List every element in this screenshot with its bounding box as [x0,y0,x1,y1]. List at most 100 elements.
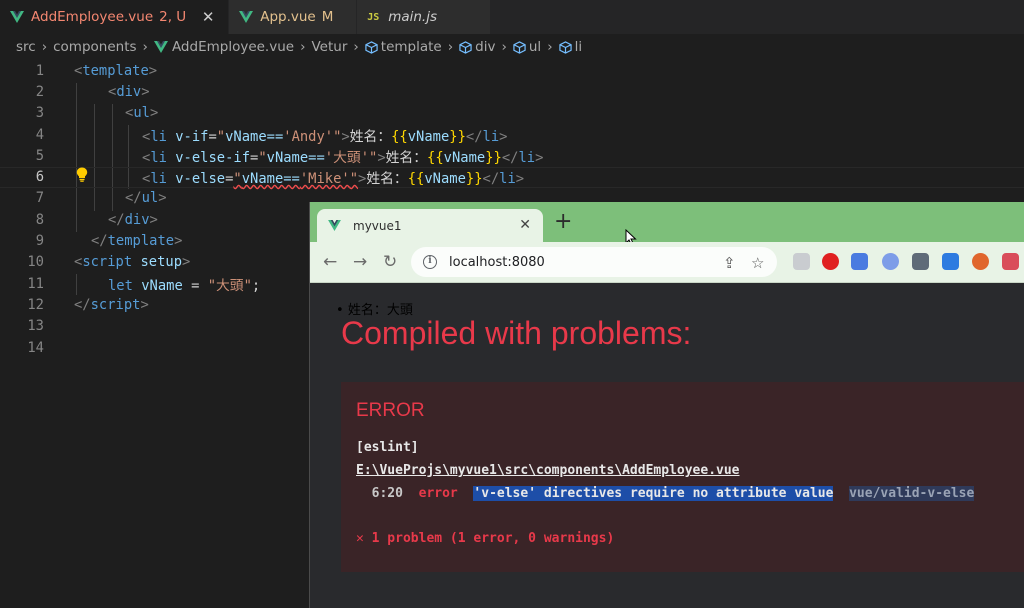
error-squiggle[interactable]: "vName=='Mike'" [233,171,358,187]
bookmark-star-icon[interactable]: ☆ [751,254,764,272]
tab-main-js[interactable]: JS main.js [357,0,492,34]
code-token: div [124,211,150,228]
extension-translate-icon[interactable] [851,253,868,270]
code-token: 'Mike' [299,171,350,188]
line-number: 1 [35,62,44,79]
error-summary: ✕ 1 problem (1 error, 0 warnings) [356,531,615,546]
line-number: 10 [27,254,44,271]
breadcrumb-item[interactable]: li [575,39,583,55]
code-token: vName== [225,128,284,145]
browser-tab[interactable]: myvue1 ✕ [317,209,543,242]
vue-file-icon [153,41,168,53]
url-text: localhost:8080 [449,254,545,270]
code-token: {{ [407,171,425,188]
breadcrumb-item[interactable]: src [16,39,36,55]
extension-play-icon[interactable] [972,253,989,270]
code-token: setup [140,254,183,271]
error-title: ERROR [356,400,425,421]
code-token: }} [449,128,466,145]
lightbulb-icon[interactable] [76,167,88,186]
line-number: 3 [35,105,44,122]
error-detail-line: 6:20 error 'v-else' directives require n… [356,486,975,501]
forward-arrow-icon[interactable]: → [353,252,367,272]
code-line: 2 <div> [0,81,1024,102]
chevron-right-icon: › [501,39,507,55]
code-token: v-else [175,171,226,188]
tab-label: main.js [388,9,438,25]
download-icon[interactable] [942,253,959,270]
back-arrow-icon[interactable]: ← [323,252,337,272]
code-token: {{ [427,149,444,166]
code-token: vName [141,277,183,294]
close-tab-icon[interactable]: ✕ [519,217,531,233]
extension-adblock-icon[interactable] [822,253,839,270]
line-number: 4 [35,126,44,143]
vue-favicon-icon [328,220,341,231]
error-file-path[interactable]: E:\VueProjs\myvue1\src\components\AddEmp… [356,463,740,478]
breadcrumb: src › components › AddEmployee.vue › Vetur ›… [0,36,1024,58]
tab-badge: 2, U [159,9,187,25]
line-number: 5 [35,147,44,164]
breadcrumb-item[interactable]: AddEmployee.vue [172,39,294,55]
overlay-heading: Compiled with problems: [341,315,692,351]
code-token: vName== [241,171,300,188]
close-icon[interactable]: ✕ [200,8,216,26]
extension-profile-icon[interactable] [1002,253,1019,270]
breadcrumb-item[interactable]: div [475,39,495,55]
breadcrumb-item[interactable]: template [381,39,442,55]
code-token: div [116,83,142,100]
code-token: 姓名： [366,171,408,188]
vue-file-icon [10,11,24,23]
symbol-cube-icon [365,40,378,54]
code-line: 4 <li v-if="vName=='Andy'">姓名：{{vName}}<… [0,124,1024,145]
error-source: [eslint] [356,440,419,455]
extension-search-icon[interactable] [882,253,899,270]
code-token: let [108,277,133,294]
error-message: 'v-else' directives require no attribute… [473,486,834,501]
line-number: 13 [27,318,44,335]
code-token: li [150,128,167,145]
editor-tab-bar: AddEmployee.vue 2, U ✕ App.vue M JS main… [0,0,1024,34]
code-line: 1 <template> [0,60,1024,81]
info-icon[interactable]: i [423,255,437,269]
line-number: 12 [27,296,44,313]
code-token: 姓名： [349,128,392,145]
web-page: • 姓名：大頭 Compiled with problems: ERROR [e… [310,283,1024,608]
code-token: template [82,62,149,79]
error-level: error [418,486,458,501]
code-token: vName== [266,149,325,166]
line-number: 6 [35,169,44,186]
symbol-cube-icon [513,40,526,54]
code-token: vName [407,128,450,145]
browser-window: myvue1 ✕ + ← → ↻ i localhost:8080 ⇪ ☆ • … [309,202,1024,608]
code-line: 3 <ul> [0,103,1024,124]
code-token: script [90,296,141,313]
extension-clipboard-icon[interactable] [912,253,929,270]
share-icon[interactable]: ⇪ [723,254,736,272]
breadcrumb-item[interactable]: ul [529,39,541,55]
line-number: 14 [27,339,44,356]
symbol-cube-icon [558,40,572,54]
chevron-right-icon: › [547,39,553,55]
breadcrumb-item[interactable]: Vetur [311,39,347,55]
code-token: script [82,254,133,271]
address-bar[interactable]: i localhost:8080 ⇪ ☆ [411,247,777,277]
code-token: li [150,171,167,188]
code-token: li [499,171,516,188]
symbol-cube-icon [459,40,472,54]
new-tab-button[interactable]: + [554,211,572,233]
reload-icon[interactable]: ↻ [383,252,397,272]
chevron-right-icon: › [142,39,148,55]
browser-tab-strip: myvue1 ✕ + [310,202,1024,246]
extension-screenshot-icon[interactable] [793,253,810,270]
tab-addemployee[interactable]: AddEmployee.vue 2, U ✕ [0,0,230,34]
code-token: vName [443,149,486,166]
code-token: "大頭" [207,277,252,294]
breadcrumb-item[interactable]: components [53,39,136,55]
chevron-right-icon: › [353,39,359,55]
tab-app-vue[interactable]: App.vue M [229,0,358,34]
vue-file-icon [239,11,254,23]
code-token: '大頭' [324,149,370,166]
chevron-right-icon: › [447,39,454,55]
code-token: li [518,149,536,166]
